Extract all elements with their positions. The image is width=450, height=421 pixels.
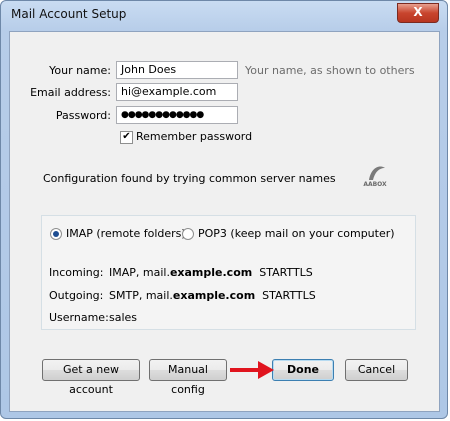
get-new-account-button[interactable]: Get a new account <box>42 359 140 396</box>
cancel-button[interactable]: Cancel <box>345 359 408 381</box>
email-label: Email address: <box>30 86 111 99</box>
close-button[interactable]: X <box>397 3 439 23</box>
outgoing-label: Outgoing: <box>49 289 104 302</box>
password-field[interactable]: ●●●●●●●●●●●● <box>116 106 238 124</box>
aabox-logo: AABOX <box>363 166 387 188</box>
name-field[interactable]: John Does <box>116 61 238 79</box>
close-icon: X <box>413 5 423 19</box>
outgoing-value: SMTP, mail.example.com STARTTLS <box>109 289 316 302</box>
pop3-radio[interactable] <box>182 228 194 240</box>
dialog-content: Your name: John Does Your name, as shown… <box>9 31 440 412</box>
done-button[interactable]: Done <box>272 359 334 381</box>
server-settings-group: IMAP (remote folders) POP3 (keep mail on… <box>41 215 416 330</box>
incoming-value: IMAP, mail.example.com STARTTLS <box>109 266 313 279</box>
name-hint: Your name, as shown to others <box>245 64 415 77</box>
remember-password-checkbox[interactable]: ✔ <box>120 131 133 144</box>
red-arrow-icon <box>230 361 274 379</box>
checkmark-icon: ✔ <box>122 131 131 142</box>
window-title: Mail Account Setup <box>11 7 127 21</box>
imap-label: IMAP (remote folders) <box>66 227 186 240</box>
password-label: Password: <box>55 109 111 122</box>
radio-selected-dot <box>53 231 59 237</box>
manual-config-button[interactable]: Manual config <box>149 359 227 396</box>
config-status-text: Configuration found by trying common ser… <box>43 172 336 185</box>
svg-text:AABOX: AABOX <box>363 181 387 188</box>
name-label: Your name: <box>49 64 111 77</box>
incoming-label: Incoming: <box>49 266 104 279</box>
email-field[interactable]: hi@example.com <box>116 83 238 101</box>
imap-radio[interactable] <box>50 228 62 240</box>
pop3-label: POP3 (keep mail on your computer) <box>198 227 395 240</box>
username-label: Username: <box>49 311 109 324</box>
remember-password-label: Remember password <box>136 130 253 143</box>
mail-account-setup-window: Mail Account Setup X Your name: John Doe… <box>0 0 448 419</box>
username-value: sales <box>109 311 138 324</box>
title-bar: Mail Account Setup X <box>1 1 447 31</box>
